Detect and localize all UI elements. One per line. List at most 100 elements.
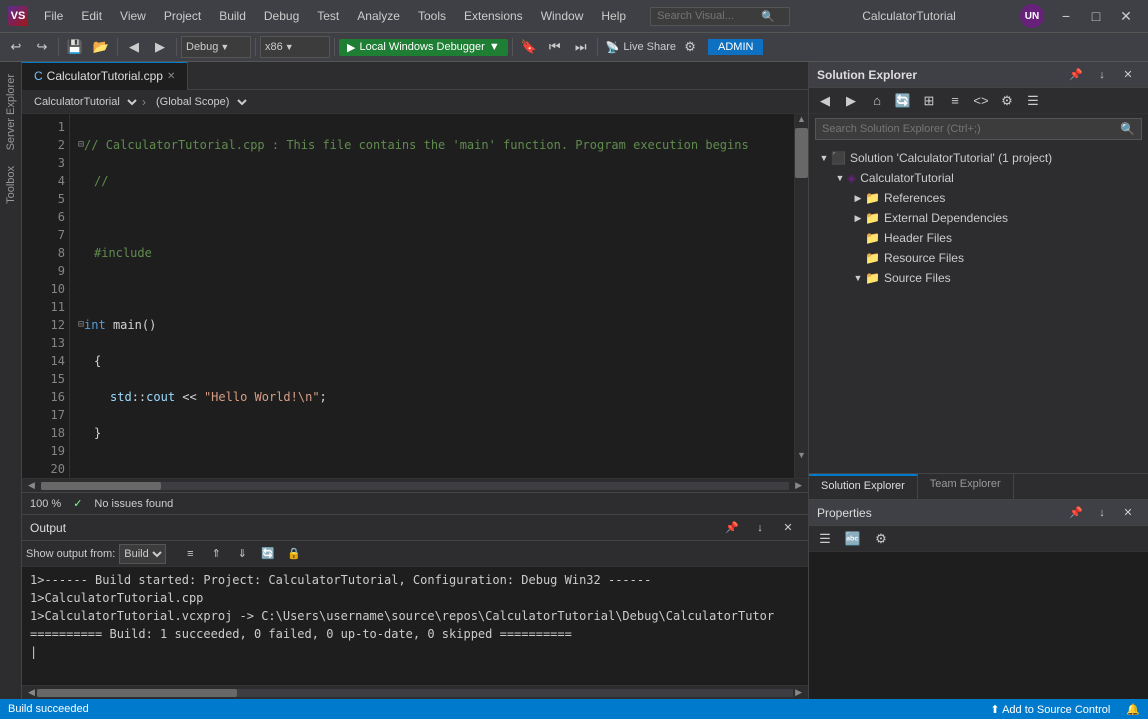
se-back[interactable]: ◀ — [813, 89, 837, 113]
output-close-button[interactable]: ✕ — [776, 516, 800, 540]
output-tb-4[interactable]: 🔄 — [256, 542, 280, 566]
open-button[interactable]: 📂 — [89, 35, 113, 59]
debug-config-dropdown[interactable]: Debug ▼ — [181, 36, 251, 58]
output-auto-hide-button[interactable]: ↓ — [748, 516, 772, 540]
tree-arrow-project[interactable]: ▼ — [833, 173, 847, 183]
server-explorer-tab[interactable]: Server Explorer — [1, 66, 21, 158]
tree-arrow-source[interactable]: ▼ — [851, 273, 865, 283]
code-container[interactable]: 1 2 3 4 5 6 7 8 9 10 11 12 13 14 15 16 1… — [22, 114, 808, 478]
editor-hscrollbar[interactable]: ◀ ▶ — [22, 478, 808, 492]
zoom-level[interactable]: 100 % — [30, 498, 61, 510]
output-tb-2[interactable]: ⇑ — [204, 542, 228, 566]
tab-close-icon[interactable]: ✕ — [167, 71, 175, 82]
toolbox-tab[interactable]: Toolbox — [1, 158, 21, 212]
output-source-select[interactable]: Build — [119, 544, 166, 564]
forward-button[interactable]: ▶ — [148, 35, 172, 59]
play-button[interactable]: ▶ Local Windows Debugger ▼ — [339, 39, 508, 56]
maximize-button[interactable]: □ — [1082, 2, 1110, 30]
editor-tab-active[interactable]: C CalculatorTutorial.cpp ✕ — [22, 62, 188, 90]
output-hscrollbar[interactable]: ◀ ▶ — [22, 685, 808, 699]
user-avatar[interactable]: UN — [1020, 4, 1044, 28]
tree-references[interactable]: ▶ 📁 References — [809, 188, 1148, 208]
menu-edit[interactable]: Edit — [73, 7, 110, 25]
prop-pin[interactable]: 📌 — [1064, 501, 1088, 525]
output-tb-5[interactable]: 🔒 — [282, 542, 306, 566]
platform-dropdown[interactable]: x86 ▼ — [260, 36, 330, 58]
se-close[interactable]: ✕ — [1116, 63, 1140, 87]
se-expand[interactable]: ☰ — [1021, 89, 1045, 113]
se-search-input[interactable] — [822, 123, 1116, 135]
menu-debug[interactable]: Debug — [256, 7, 307, 25]
tree-header-files[interactable]: 📁 Header Files — [809, 228, 1148, 248]
menu-project[interactable]: Project — [156, 7, 209, 25]
prop-list-btn[interactable]: ☰ — [813, 527, 837, 551]
tree-ext-deps[interactable]: ▶ 📁 External Dependencies — [809, 208, 1148, 228]
vertical-scrollbar[interactable]: ▲ ▼ — [794, 114, 808, 478]
se-home[interactable]: ⌂ — [865, 89, 889, 113]
admin-button[interactable]: ADMIN — [708, 39, 763, 55]
menu-analyze[interactable]: Analyze — [349, 7, 408, 25]
menu-test[interactable]: Test — [309, 7, 347, 25]
se-pending[interactable]: ≡ — [943, 89, 967, 113]
scroll-right-arrow[interactable]: ▶ — [793, 480, 804, 491]
scroll-thumb[interactable] — [795, 128, 808, 178]
breadcrumb-file-select[interactable]: CalculatorTutorial — [26, 95, 140, 109]
se-pin-button[interactable]: 📌 — [1064, 63, 1088, 87]
menu-tools[interactable]: Tools — [410, 7, 454, 25]
bookmark-button[interactable]: 🔖 — [517, 35, 541, 59]
redo-button[interactable]: ↪ — [30, 35, 54, 59]
se-tab-team-explorer[interactable]: Team Explorer — [918, 474, 1014, 499]
tree-arrow-ext[interactable]: ▶ — [851, 213, 865, 224]
tree-project[interactable]: ▼ ◈ CalculatorTutorial — [809, 168, 1148, 188]
menu-file[interactable]: File — [36, 7, 71, 25]
menu-extensions[interactable]: Extensions — [456, 7, 531, 25]
se-refresh[interactable]: 🔄 — [891, 89, 915, 113]
h-scroll-thumb[interactable] — [41, 482, 161, 490]
code-content[interactable]: ⊟// CalculatorTutorial.cpp : This file c… — [70, 114, 794, 478]
minimize-button[interactable]: − — [1052, 2, 1080, 30]
add-source-control[interactable]: ⬆ Add to Source Control — [990, 703, 1110, 716]
menu-build[interactable]: Build — [211, 7, 254, 25]
undo-button[interactable]: ↩ — [4, 35, 28, 59]
menu-view[interactable]: View — [112, 7, 154, 25]
prop-close[interactable]: ✕ — [1116, 501, 1140, 525]
save-button[interactable]: 💾 — [63, 35, 87, 59]
breadcrumb-scope-select[interactable]: (Global Scope) — [148, 95, 250, 109]
tree-arrow-refs[interactable]: ▶ — [851, 193, 865, 204]
live-share-button[interactable]: 📡 Live Share — [606, 41, 676, 54]
h-scroll-track[interactable] — [41, 482, 789, 490]
prop-settings-btn[interactable]: ⚙ — [869, 527, 893, 551]
se-auto-hide[interactable]: ↓ — [1090, 63, 1114, 87]
se-code[interactable]: <> — [969, 89, 993, 113]
scroll-up-arrow[interactable]: ▲ — [795, 114, 808, 128]
se-search-box[interactable]: 🔍 — [815, 118, 1142, 140]
output-scroll-right[interactable]: ▶ — [793, 687, 804, 698]
scroll-left-arrow[interactable]: ◀ — [26, 480, 37, 491]
search-input[interactable] — [657, 10, 757, 22]
debug-nav-1[interactable]: ⏮ — [543, 35, 567, 59]
menu-help[interactable]: Help — [593, 7, 634, 25]
debug-nav-2[interactable]: ⏭ — [569, 35, 593, 59]
prop-auto-hide[interactable]: ↓ — [1090, 501, 1114, 525]
output-pin-button[interactable]: 📌 — [720, 516, 744, 540]
output-scroll-left[interactable]: ◀ — [26, 687, 37, 698]
prop-sort-btn[interactable]: 🔤 — [841, 527, 865, 551]
search-box[interactable]: 🔍 — [650, 7, 790, 26]
scroll-down-arrow[interactable]: ▼ — [795, 450, 808, 464]
tree-arrow-solution[interactable]: ▼ — [817, 153, 831, 163]
tree-solution[interactable]: ▼ ⬛ Solution 'CalculatorTutorial' (1 pro… — [809, 148, 1148, 168]
se-filter[interactable]: ⊞ — [917, 89, 941, 113]
menu-window[interactable]: Window — [533, 7, 592, 25]
se-forward[interactable]: ▶ — [839, 89, 863, 113]
output-tb-1[interactable]: ≡ — [178, 542, 202, 566]
output-content[interactable]: 1>------ Build started: Project: Calcula… — [22, 567, 808, 685]
se-tab-solution-explorer[interactable]: Solution Explorer — [809, 474, 918, 499]
se-settings[interactable]: ⚙ — [995, 89, 1019, 113]
output-hthumb[interactable] — [37, 689, 237, 697]
settings-button[interactable]: ⚙ — [678, 35, 702, 59]
tree-source-files[interactable]: ▼ 📁 Source Files — [809, 268, 1148, 288]
output-tb-3[interactable]: ⇓ — [230, 542, 254, 566]
output-htrack[interactable] — [37, 689, 793, 697]
tree-resource-files[interactable]: 📁 Resource Files — [809, 248, 1148, 268]
notification-icon[interactable]: 🔔 — [1126, 703, 1140, 716]
